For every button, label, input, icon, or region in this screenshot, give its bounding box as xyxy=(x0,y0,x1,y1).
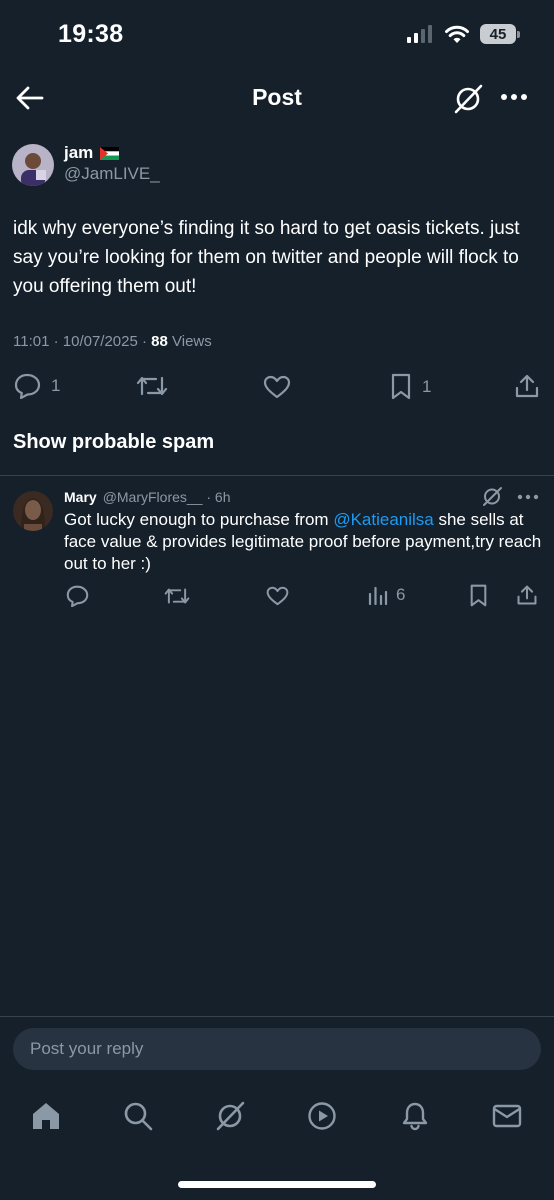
reply-icon xyxy=(14,373,41,399)
reply-repost-icon[interactable] xyxy=(164,586,190,606)
search-icon xyxy=(124,1102,153,1131)
reply-share-icon[interactable] xyxy=(516,584,538,606)
post-meta: 11:01 · 10/07/2025 · 88 Views xyxy=(13,333,212,350)
wifi-icon xyxy=(445,25,469,43)
grok-tab-icon xyxy=(216,1101,245,1131)
author-handle[interactable]: @JamLIVE_ xyxy=(64,164,160,184)
share-icon[interactable] xyxy=(514,373,540,399)
post-timestamp: 11:01 · 10/07/2025 · xyxy=(13,333,152,350)
reply-like-icon[interactable] xyxy=(266,586,289,606)
views-label[interactable]: Views xyxy=(168,333,212,350)
home-icon xyxy=(33,1103,59,1129)
tab-grok[interactable] xyxy=(212,1098,248,1134)
reply-author-name[interactable]: Mary xyxy=(64,489,97,505)
tab-notifications[interactable] xyxy=(397,1098,433,1134)
bell-icon xyxy=(402,1102,428,1131)
reply-views-action[interactable]: 6 xyxy=(368,585,405,605)
reply-text: Got lucky enough to purchase from @Katie… xyxy=(64,509,544,575)
bookmark-action[interactable]: 1 xyxy=(390,373,431,400)
reply-text-before: Got lucky enough to purchase from xyxy=(64,510,334,529)
views-count: 88 xyxy=(151,333,168,350)
repost-icon[interactable] xyxy=(136,374,168,398)
reply-author-avatar[interactable] xyxy=(13,491,53,531)
reply-time: · 6h xyxy=(202,489,231,505)
author-name[interactable]: jam xyxy=(64,143,93,163)
divider xyxy=(0,475,554,476)
reply-grok-icon[interactable] xyxy=(481,486,503,507)
like-icon[interactable] xyxy=(263,375,291,399)
author-avatar[interactable] xyxy=(12,144,54,186)
bookmark-icon xyxy=(391,373,411,400)
tab-video[interactable] xyxy=(304,1098,340,1134)
reply-input[interactable]: Post your reply xyxy=(13,1028,541,1070)
reply-count: 1 xyxy=(51,376,61,395)
home-indicator[interactable] xyxy=(178,1181,376,1188)
tab-messages[interactable] xyxy=(489,1098,525,1134)
signal-icon xyxy=(407,25,432,43)
composer-divider xyxy=(0,1016,554,1017)
status-time: 19:38 xyxy=(58,20,124,48)
grok-icon[interactable] xyxy=(452,84,484,114)
post-text: idk why everyone’s finding it so hard to… xyxy=(13,218,520,297)
reply-action[interactable]: 1 xyxy=(14,373,60,399)
reply-reply-icon[interactable] xyxy=(66,585,89,607)
bookmark-count: 1 xyxy=(422,376,432,396)
more-options-icon[interactable] xyxy=(500,92,528,102)
play-circle-icon xyxy=(308,1102,336,1130)
reply-more-icon[interactable] xyxy=(517,493,539,501)
author-name-row[interactable]: jam xyxy=(64,143,120,163)
mention-link[interactable]: @Katieanilsa xyxy=(333,510,433,529)
tab-search[interactable] xyxy=(120,1098,156,1134)
analytics-icon xyxy=(368,586,388,605)
battery-indicator: 45 xyxy=(480,24,520,44)
palestine-flag-icon xyxy=(100,146,120,160)
reply-author-handle[interactable]: @MaryFlores__ xyxy=(103,489,203,505)
mail-icon xyxy=(492,1104,522,1128)
reply-bookmark-icon[interactable] xyxy=(469,584,488,607)
reply-header: Mary @MaryFlores__ · 6h xyxy=(64,489,231,505)
tab-home[interactable] xyxy=(28,1098,64,1134)
show-probable-spam-button[interactable]: Show probable spam xyxy=(13,431,214,454)
reply-views-count: 6 xyxy=(396,585,406,604)
status-icons: 45 xyxy=(406,24,520,44)
